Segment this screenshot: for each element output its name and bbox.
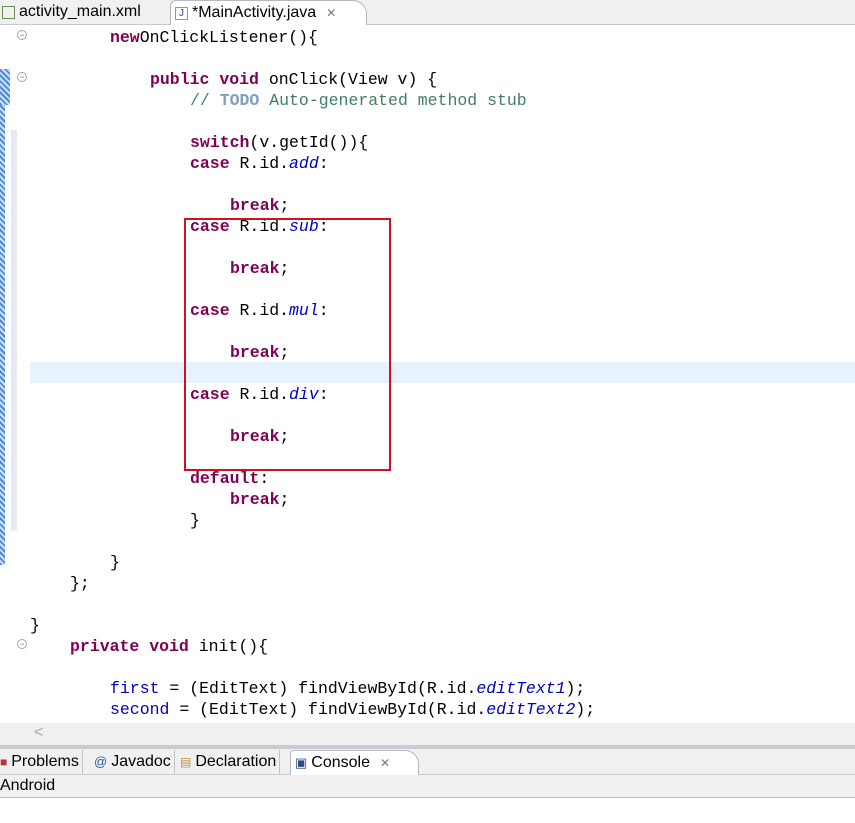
- code-line[interactable]: // TODO Auto-generated method stub: [190, 90, 527, 111]
- code-token: case: [190, 154, 230, 173]
- tab-label: activity_main.xml: [19, 3, 141, 20]
- tab-javadoc[interactable]: @ Javadoc: [94, 750, 175, 774]
- code-token: OnClickListener(){: [139, 28, 318, 47]
- current-line-highlight: [30, 362, 855, 383]
- code-line[interactable]: case R.id.add:: [190, 153, 329, 174]
- bottom-panel-tabs: ■ Problems @ Javadoc ▤ Declaration ▣ Console…: [0, 749, 855, 775]
- code-token: = (EditText) findViewById(R.id.: [159, 679, 477, 698]
- code-line[interactable]: second = (EditText) findViewById(R.id.ed…: [110, 699, 595, 720]
- code-token: :: [259, 469, 270, 488]
- declaration-icon: ▤: [180, 755, 192, 769]
- code-token: second: [110, 700, 170, 719]
- code-token: R.id.: [229, 154, 290, 173]
- scroll-left-icon[interactable]: <: [34, 724, 43, 742]
- code-line[interactable]: public void onClick(View v) {: [150, 69, 437, 90]
- code-token: = (EditText) findViewById(R.id.: [169, 700, 487, 719]
- code-token: private: [70, 637, 140, 656]
- code-token: }: [110, 553, 120, 572]
- code-line[interactable]: };: [70, 573, 90, 594]
- tab-label: *MainActivity.java: [192, 4, 317, 21]
- code-token: first: [110, 679, 160, 698]
- code-token: TODO: [219, 91, 260, 110]
- code-editor[interactable]: − − − newOnClickListener(){ public void o…: [0, 25, 855, 723]
- code-token: init(){: [188, 637, 269, 656]
- quick-diff-marker: [0, 69, 10, 105]
- code-token: );: [575, 700, 596, 719]
- code-line[interactable]: default:: [190, 468, 269, 489]
- tab-console[interactable]: ▣ Console ✕: [290, 750, 420, 775]
- code-token: void: [149, 637, 189, 656]
- code-token: switch: [190, 133, 250, 152]
- annotation-rectangle: [184, 218, 391, 471]
- code-token: }: [190, 511, 200, 530]
- xml-file-icon: [2, 5, 15, 19]
- fold-collapse-icon[interactable]: −: [17, 72, 27, 82]
- close-icon[interactable]: ✕: [326, 1, 336, 25]
- code-token: );: [565, 679, 586, 698]
- code-line[interactable]: private void init(){: [70, 636, 268, 657]
- tab-declaration[interactable]: ▤ Declaration: [180, 750, 281, 774]
- code-token: break: [230, 196, 280, 215]
- code-token: new: [110, 28, 140, 47]
- code-line[interactable]: break;: [230, 195, 289, 216]
- tab-label: Console: [311, 754, 370, 771]
- tab-label: Declaration: [195, 753, 277, 770]
- tab-label: Javadoc: [111, 753, 171, 770]
- code-token: Auto-generated method stub: [259, 91, 527, 110]
- code-token: public: [150, 70, 210, 89]
- tab-main-activity-java[interactable]: J *MainActivity.java ✕: [170, 0, 368, 25]
- code-line[interactable]: switch(v.getId()){: [190, 132, 368, 153]
- change-marker: [0, 105, 5, 565]
- code-token: ;: [279, 196, 290, 215]
- code-token: };: [70, 574, 90, 593]
- problems-icon: ■: [0, 755, 8, 769]
- code-token: :: [318, 154, 329, 173]
- code-token: }: [30, 616, 40, 635]
- code-token: editText2: [486, 700, 576, 719]
- code-line[interactable]: }: [30, 615, 40, 636]
- code-token: //: [190, 91, 220, 110]
- tab-problems[interactable]: ■ Problems: [0, 750, 83, 774]
- code-line[interactable]: }: [190, 510, 200, 531]
- code-token: editText1: [476, 679, 566, 698]
- code-line[interactable]: newOnClickListener(){: [110, 27, 318, 48]
- tab-label: Problems: [11, 753, 79, 770]
- close-icon[interactable]: ✕: [380, 751, 390, 775]
- fold-collapse-icon[interactable]: −: [17, 639, 27, 649]
- console-title: Android: [0, 775, 855, 798]
- code-token: void: [219, 70, 259, 89]
- code-token: (v.getId()){: [249, 133, 369, 152]
- java-file-warning-icon: J: [175, 6, 188, 20]
- code-token: add: [289, 154, 319, 173]
- code-line[interactable]: first = (EditText) findViewById(R.id.edi…: [110, 678, 585, 699]
- code-token: ;: [279, 490, 290, 509]
- code-line[interactable]: }: [110, 552, 120, 573]
- code-token: break: [230, 490, 280, 509]
- at-icon: @: [94, 754, 108, 769]
- tab-activity-main-xml[interactable]: activity_main.xml: [2, 0, 141, 24]
- change-ruler: [11, 130, 17, 530]
- code-token: onClick(View v) {: [258, 70, 438, 89]
- code-line[interactable]: break;: [230, 489, 289, 510]
- code-token: default: [190, 469, 260, 488]
- editor-tab-bar: activity_main.xml J *MainActivity.java ✕: [0, 0, 855, 25]
- horizontal-scrollbar[interactable]: <: [0, 723, 855, 745]
- fold-collapse-icon[interactable]: −: [17, 30, 27, 40]
- console-icon: ▣: [295, 755, 308, 770]
